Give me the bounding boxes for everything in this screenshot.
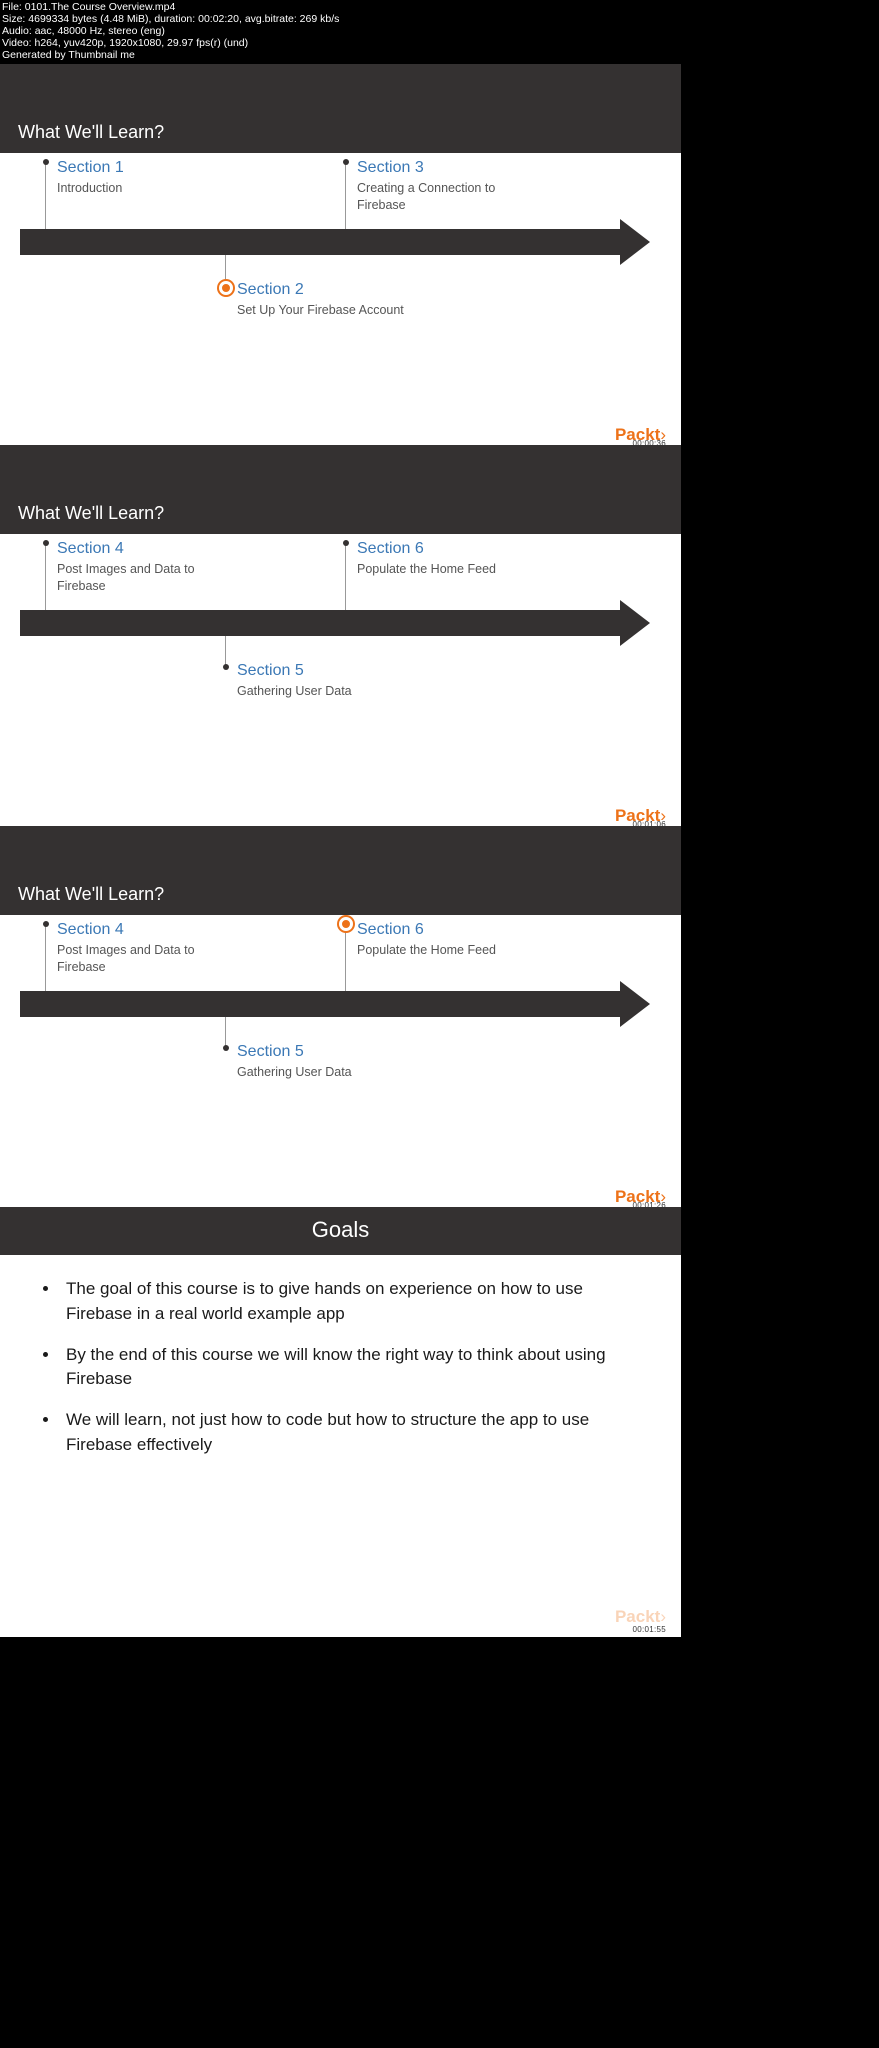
meta-size: Size: 4699334 bytes (4.48 MiB), duration… [2,13,679,25]
arrow-body [20,229,620,255]
timeline: Section 4 Post Images and Data to Firebas… [0,534,681,722]
section-node: Section 6 Populate the Home Feed [357,540,537,578]
section-title: Section 2 [237,281,417,299]
timestamp: 00:01:55 [632,1624,666,1636]
section-desc: Post Images and Data to Firebase [57,942,237,976]
goals-title: Goals [0,1207,681,1255]
connector-line [45,161,46,229]
slide: Section 4 Post Images and Data to Firebas… [0,534,681,826]
section-title: Section 6 [357,540,537,558]
connector-line [345,542,346,610]
connector-line [45,542,46,610]
dot-icon [43,159,49,165]
dot-icon [343,159,349,165]
arrow-head-icon [620,981,650,1027]
arrow-body [20,991,620,1017]
timeline: Section 4 Post Images and Data to Firebas… [0,915,681,1103]
section-desc: Populate the Home Feed [357,942,537,959]
section-title: Section 6 [357,921,537,939]
section-desc: Introduction [57,180,237,197]
slide-title: What We'll Learn? [0,64,681,153]
connector-line [345,923,346,991]
section-desc: Creating a Connection to Firebase [357,180,537,214]
goals-body: The goal of this course is to give hands… [0,1255,681,1637]
meta-gen: Generated by Thumbnail me [2,49,679,61]
arrow-body [20,610,620,636]
highlight-dot-icon [219,281,233,295]
connector-line [225,636,226,666]
section-node: Section 4 Post Images and Data to Firebas… [57,921,237,976]
section-title: Section 4 [57,921,237,939]
slide: Section 4 Post Images and Data to Firebas… [0,915,681,1207]
goals-list: The goal of this course is to give hands… [35,1277,646,1457]
section-node: Section 4 Post Images and Data to Firebas… [57,540,237,595]
dot-icon [343,540,349,546]
slide: Section 1 Introduction Section 2 Set Up You… [0,153,681,445]
arrow-head-icon [620,219,650,265]
file-metadata: File: 0101.The Course Overview.mp4 Size:… [0,0,681,64]
timeline: Section 1 Introduction Section 2 Set Up You… [0,153,681,341]
section-node: Section 5 Gathering User Data [237,662,417,700]
section-title: Section 1 [57,159,237,177]
section-desc: Gathering User Data [237,683,417,700]
section-title: Section 4 [57,540,237,558]
section-node: Section 3 Creating a Connection to Fireba… [357,159,537,214]
section-node: Section 5 Gathering User Data [237,1043,417,1081]
section-desc: Post Images and Data to Firebase [57,561,237,595]
timestamp: 00:00:36 [632,439,666,448]
meta-video: Video: h264, yuv420p, 1920x1080, 29.97 f… [2,37,679,49]
arrow-head-icon [620,600,650,646]
goal-item: The goal of this course is to give hands… [60,1277,646,1326]
goal-item: We will learn, not just how to code but … [60,1408,646,1457]
goal-item: By the end of this course we will know t… [60,1343,646,1392]
section-desc: Populate the Home Feed [357,561,537,578]
section-title: Section 3 [357,159,537,177]
section-desc: Gathering User Data [237,1064,417,1081]
slide-title: What We'll Learn? [0,445,681,534]
slide-title: What We'll Learn? [0,826,681,915]
connector-line [45,923,46,991]
timestamp: 00:01:26 [632,1201,666,1210]
dot-icon [223,1045,229,1051]
section-node: Section 6 Populate the Home Feed [357,921,537,959]
section-desc: Set Up Your Firebase Account [237,302,417,319]
dot-icon [43,921,49,927]
connector-line [225,1017,226,1047]
meta-audio: Audio: aac, 48000 Hz, stereo (eng) [2,25,679,37]
dot-icon [223,664,229,670]
dot-icon [43,540,49,546]
highlight-dot-icon [339,917,353,931]
meta-file: File: 0101.The Course Overview.mp4 [2,1,679,13]
section-title: Section 5 [237,662,417,680]
section-node: Section 1 Introduction [57,159,237,197]
section-title: Section 5 [237,1043,417,1061]
timestamp: 00:01:06 [632,820,666,829]
connector-line [345,161,346,229]
section-node: Section 2 Set Up Your Firebase Account [237,281,417,319]
